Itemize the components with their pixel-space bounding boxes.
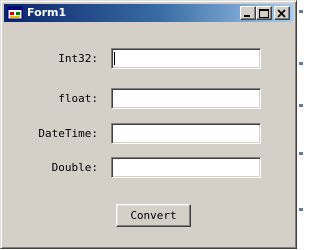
app-form-icon[interactable] <box>7 5 23 21</box>
int32-label: Int32: <box>58 52 98 65</box>
int32-input[interactable] <box>111 48 261 69</box>
desktop-mark <box>299 152 303 155</box>
float-label: float: <box>58 92 98 105</box>
float-input[interactable] <box>111 88 261 109</box>
datetime-label: DateTime: <box>38 127 98 140</box>
close-button[interactable] <box>274 6 290 20</box>
minimize-button[interactable] <box>240 6 256 20</box>
desktop-mark <box>299 104 303 107</box>
maximize-icon <box>259 9 269 18</box>
maximize-button[interactable] <box>256 6 272 20</box>
desktop-mark <box>299 208 303 211</box>
double-input[interactable] <box>111 157 261 178</box>
form-window: Form1 Int32: float: DateTime: Double: Co… <box>0 0 297 249</box>
desktop-background <box>298 0 304 250</box>
text-caret <box>114 52 115 65</box>
double-label: Double: <box>51 161 98 174</box>
convert-button[interactable]: Convert <box>116 204 191 227</box>
window-title: Form1 <box>27 6 67 19</box>
close-icon <box>277 9 286 18</box>
datetime-input[interactable] <box>111 123 261 144</box>
desktop-mark <box>299 62 303 65</box>
title-bar[interactable]: Form1 <box>4 4 293 22</box>
minimize-icon <box>244 15 250 17</box>
desktop-mark <box>299 10 303 13</box>
